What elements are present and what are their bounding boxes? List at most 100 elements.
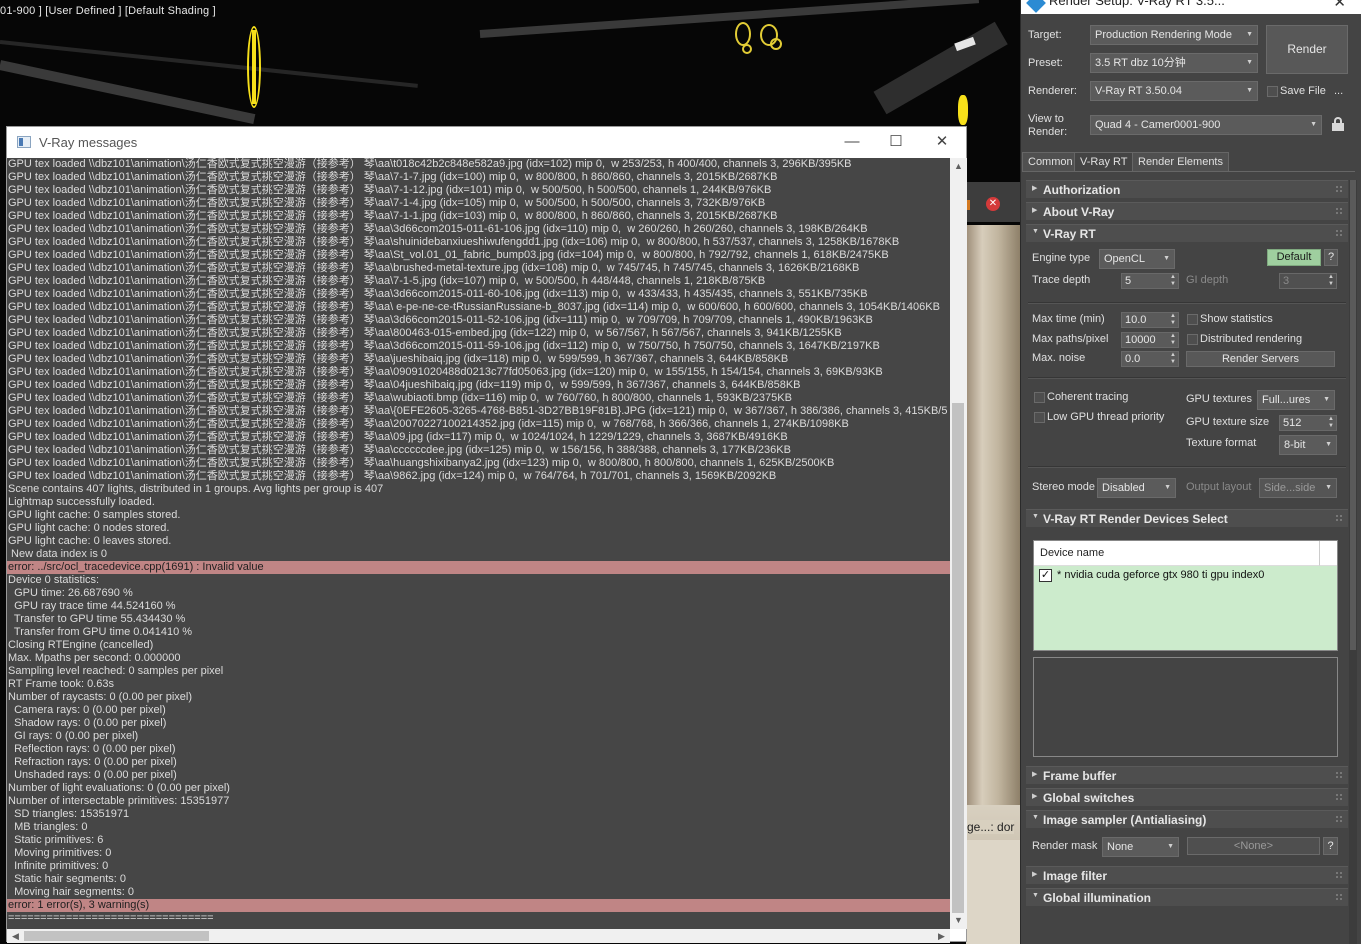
scroll-left-icon[interactable]: ◀	[7, 929, 24, 943]
tab-render-elements[interactable]: Render Elements	[1132, 152, 1229, 172]
target-dropdown[interactable]: Production Rendering Mode ▼	[1090, 25, 1258, 45]
rollout-frame-buffer[interactable]: ▶ Frame buffer	[1026, 766, 1348, 784]
tab-vray-rt[interactable]: V-Ray RT	[1074, 152, 1134, 172]
log-line: ================================	[8, 912, 214, 924]
log-line: Lightmap successfully loaded.	[8, 496, 155, 508]
distributed-rendering-checkbox[interactable]	[1187, 334, 1198, 345]
maximize-button[interactable]: ☐	[874, 131, 918, 153]
grip-icon	[1336, 515, 1342, 521]
spinner-arrows-icon[interactable]: ▲ ▼	[1170, 274, 1176, 288]
max-time-spinner[interactable]: 10.0 ▲ ▼	[1121, 312, 1179, 328]
coherent-tracing-checkbox[interactable]	[1034, 392, 1045, 403]
scroll-down-icon[interactable]: ▼	[950, 912, 967, 929]
lock-icon[interactable]	[1332, 117, 1344, 131]
save-file-label: Save File	[1280, 85, 1326, 97]
rollout-global-switches[interactable]: ▶ Global switches	[1026, 788, 1348, 806]
max-noise-spinner[interactable]: 0.0 ▲ ▼	[1121, 351, 1179, 367]
tab-common[interactable]: Common	[1022, 152, 1079, 172]
spinner-arrows-icon[interactable]: ▲ ▼	[1328, 274, 1334, 288]
close-icon[interactable]: ✕	[986, 197, 1000, 211]
rollout-authorization[interactable]: ▶ Authorization	[1026, 180, 1348, 198]
rollout-render-devices[interactable]: ▼ V-Ray RT Render Devices Select	[1026, 509, 1348, 527]
horizontal-scrollbar[interactable]: ◀ ▶	[7, 929, 950, 943]
spinner-arrows-icon[interactable]: ▲ ▼	[1328, 416, 1334, 430]
rollout-global-illumination[interactable]: ▼ Global illumination	[1026, 888, 1348, 906]
max-paths-spinner[interactable]: 10000 ▲ ▼	[1121, 332, 1179, 348]
scrollbar-thumb[interactable]	[1350, 180, 1356, 650]
texture-format-dropdown[interactable]: 8-bit ▼	[1279, 435, 1337, 455]
expand-icon: ▶	[1032, 207, 1038, 214]
scrollbar-thumb[interactable]	[24, 931, 209, 941]
device-checkbox[interactable]: ✓	[1039, 569, 1052, 582]
save-file-checkbox[interactable]	[1267, 86, 1278, 97]
rollout-title: V-Ray RT	[1043, 227, 1096, 241]
log-line: GPU tex loaded \\dbz101\animation\汤仁香欧式复…	[8, 158, 852, 170]
gi-depth-value: 3	[1283, 275, 1290, 287]
viewport-label[interactable]: 01-900 ] [User Defined ] [Default Shadin…	[0, 5, 216, 17]
scroll-right-icon[interactable]: ▶	[933, 929, 950, 943]
engine-type-dropdown[interactable]: OpenCL ▼	[1099, 249, 1175, 269]
render-mask-value: None	[1107, 841, 1134, 853]
low-gpu-priority-checkbox[interactable]	[1034, 412, 1045, 423]
spinner-arrows-icon[interactable]: ▲ ▼	[1170, 313, 1176, 327]
panel-scrollbar[interactable]	[1349, 180, 1357, 944]
log-line: GPU tex loaded \\dbz101\animation\汤仁香欧式复…	[8, 418, 849, 430]
close-button[interactable]: ✕	[1333, 0, 1346, 11]
chevron-down-icon: ▼	[1246, 87, 1253, 94]
log-line: GPU tex loaded \\dbz101\animation\汤仁香欧式复…	[8, 366, 883, 378]
rollout-about-vray[interactable]: ▶ About V-Ray	[1026, 202, 1348, 220]
vertical-scrollbar[interactable]: ▲ ▼	[950, 158, 967, 929]
render-servers-button[interactable]: Render Servers	[1186, 351, 1335, 367]
help-button[interactable]: ?	[1324, 249, 1338, 266]
light-object	[958, 95, 968, 125]
view-to-render-dropdown[interactable]: Quad 4 - Camer0001-900 ▼	[1090, 115, 1322, 135]
log-line: GPU tex loaded \\dbz101\animation\汤仁香欧式复…	[8, 223, 868, 235]
close-button[interactable]: ✕	[920, 131, 964, 153]
chevron-down-icon: ▼	[1325, 484, 1332, 491]
column-header-device-name[interactable]: Device name	[1034, 541, 1319, 566]
chevron-down-icon: ▼	[1323, 396, 1330, 403]
gpu-textures-dropdown[interactable]: Full...ures ▼	[1257, 390, 1335, 410]
max-time-value: 10.0	[1125, 314, 1147, 326]
scrollbar-thumb[interactable]	[952, 403, 964, 913]
default-button[interactable]: Default	[1267, 249, 1321, 266]
window-titlebar[interactable]: V-Ray messages — ☐ ✕	[7, 127, 966, 158]
table-row[interactable]: ✓ * nvidia cuda geforce gtx 980 ti gpu i…	[1034, 566, 1337, 650]
spinner-arrows-icon[interactable]: ▲ ▼	[1170, 333, 1176, 347]
save-file-browse[interactable]: ...	[1334, 85, 1343, 98]
log-line: GPU tex loaded \\dbz101\animation\汤仁香欧式复…	[8, 184, 772, 196]
message-log[interactable]: GPU tex loaded \\dbz101\animation\汤仁香欧式复…	[7, 158, 950, 929]
window-title: Render Setup: V-Ray RT 3.5...	[1049, 0, 1225, 8]
output-layout-dropdown[interactable]: Side...side ▼	[1259, 478, 1337, 498]
rollout-vray-rt[interactable]: ▼ V-Ray RT	[1026, 224, 1348, 242]
minimize-button[interactable]: —	[830, 131, 874, 153]
gi-depth-spinner[interactable]: 3 ▲ ▼	[1279, 273, 1337, 289]
render-mask-help-button[interactable]: ?	[1323, 837, 1338, 855]
grip-icon	[1336, 772, 1342, 778]
renderer-dropdown[interactable]: V-Ray RT 3.50.04 ▼	[1090, 81, 1258, 101]
expand-icon: ▶	[1032, 793, 1038, 800]
trace-depth-spinner[interactable]: 5 ▲ ▼	[1121, 273, 1179, 289]
device-table[interactable]: Device name ✓ * nvidia cuda geforce gtx …	[1033, 540, 1338, 651]
device-info-box	[1033, 657, 1338, 757]
render-mask-object-button[interactable]: <None>	[1187, 837, 1320, 855]
log-line: GPU tex loaded \\dbz101\animation\汤仁香欧式复…	[8, 236, 900, 248]
log-line: GPU light cache: 0 nodes stored.	[8, 522, 170, 534]
render-mask-dropdown[interactable]: None ▼	[1102, 837, 1179, 857]
stereo-mode-dropdown[interactable]: Disabled ▼	[1097, 478, 1176, 498]
spinner-arrows-icon[interactable]: ▲ ▼	[1170, 352, 1176, 366]
window-title: V-Ray messages	[39, 135, 138, 150]
log-line: GPU tex loaded \\dbz101\animation\汤仁香欧式复…	[8, 340, 880, 352]
render-button[interactable]: Render	[1266, 25, 1348, 74]
grip-icon	[1336, 208, 1342, 214]
scroll-up-icon[interactable]: ▲	[950, 158, 967, 175]
render-mask-label: Render mask	[1032, 840, 1098, 852]
rollout-image-sampler[interactable]: ▼ Image sampler (Antialiasing)	[1026, 810, 1348, 828]
rollout-image-filter[interactable]: ▶ Image filter	[1026, 866, 1348, 884]
show-statistics-checkbox[interactable]	[1187, 314, 1198, 325]
collapse-icon: ▼	[1032, 513, 1039, 520]
log-line: GPU time: 26.687690 %	[8, 587, 133, 599]
gpu-texture-size-spinner[interactable]: 512 ▲ ▼	[1279, 415, 1337, 431]
window-titlebar[interactable]: Render Setup: V-Ray RT 3.5... ✕	[1021, 0, 1361, 14]
preset-dropdown[interactable]: 3.5 RT dbz 10分钟 ▼	[1090, 53, 1258, 73]
